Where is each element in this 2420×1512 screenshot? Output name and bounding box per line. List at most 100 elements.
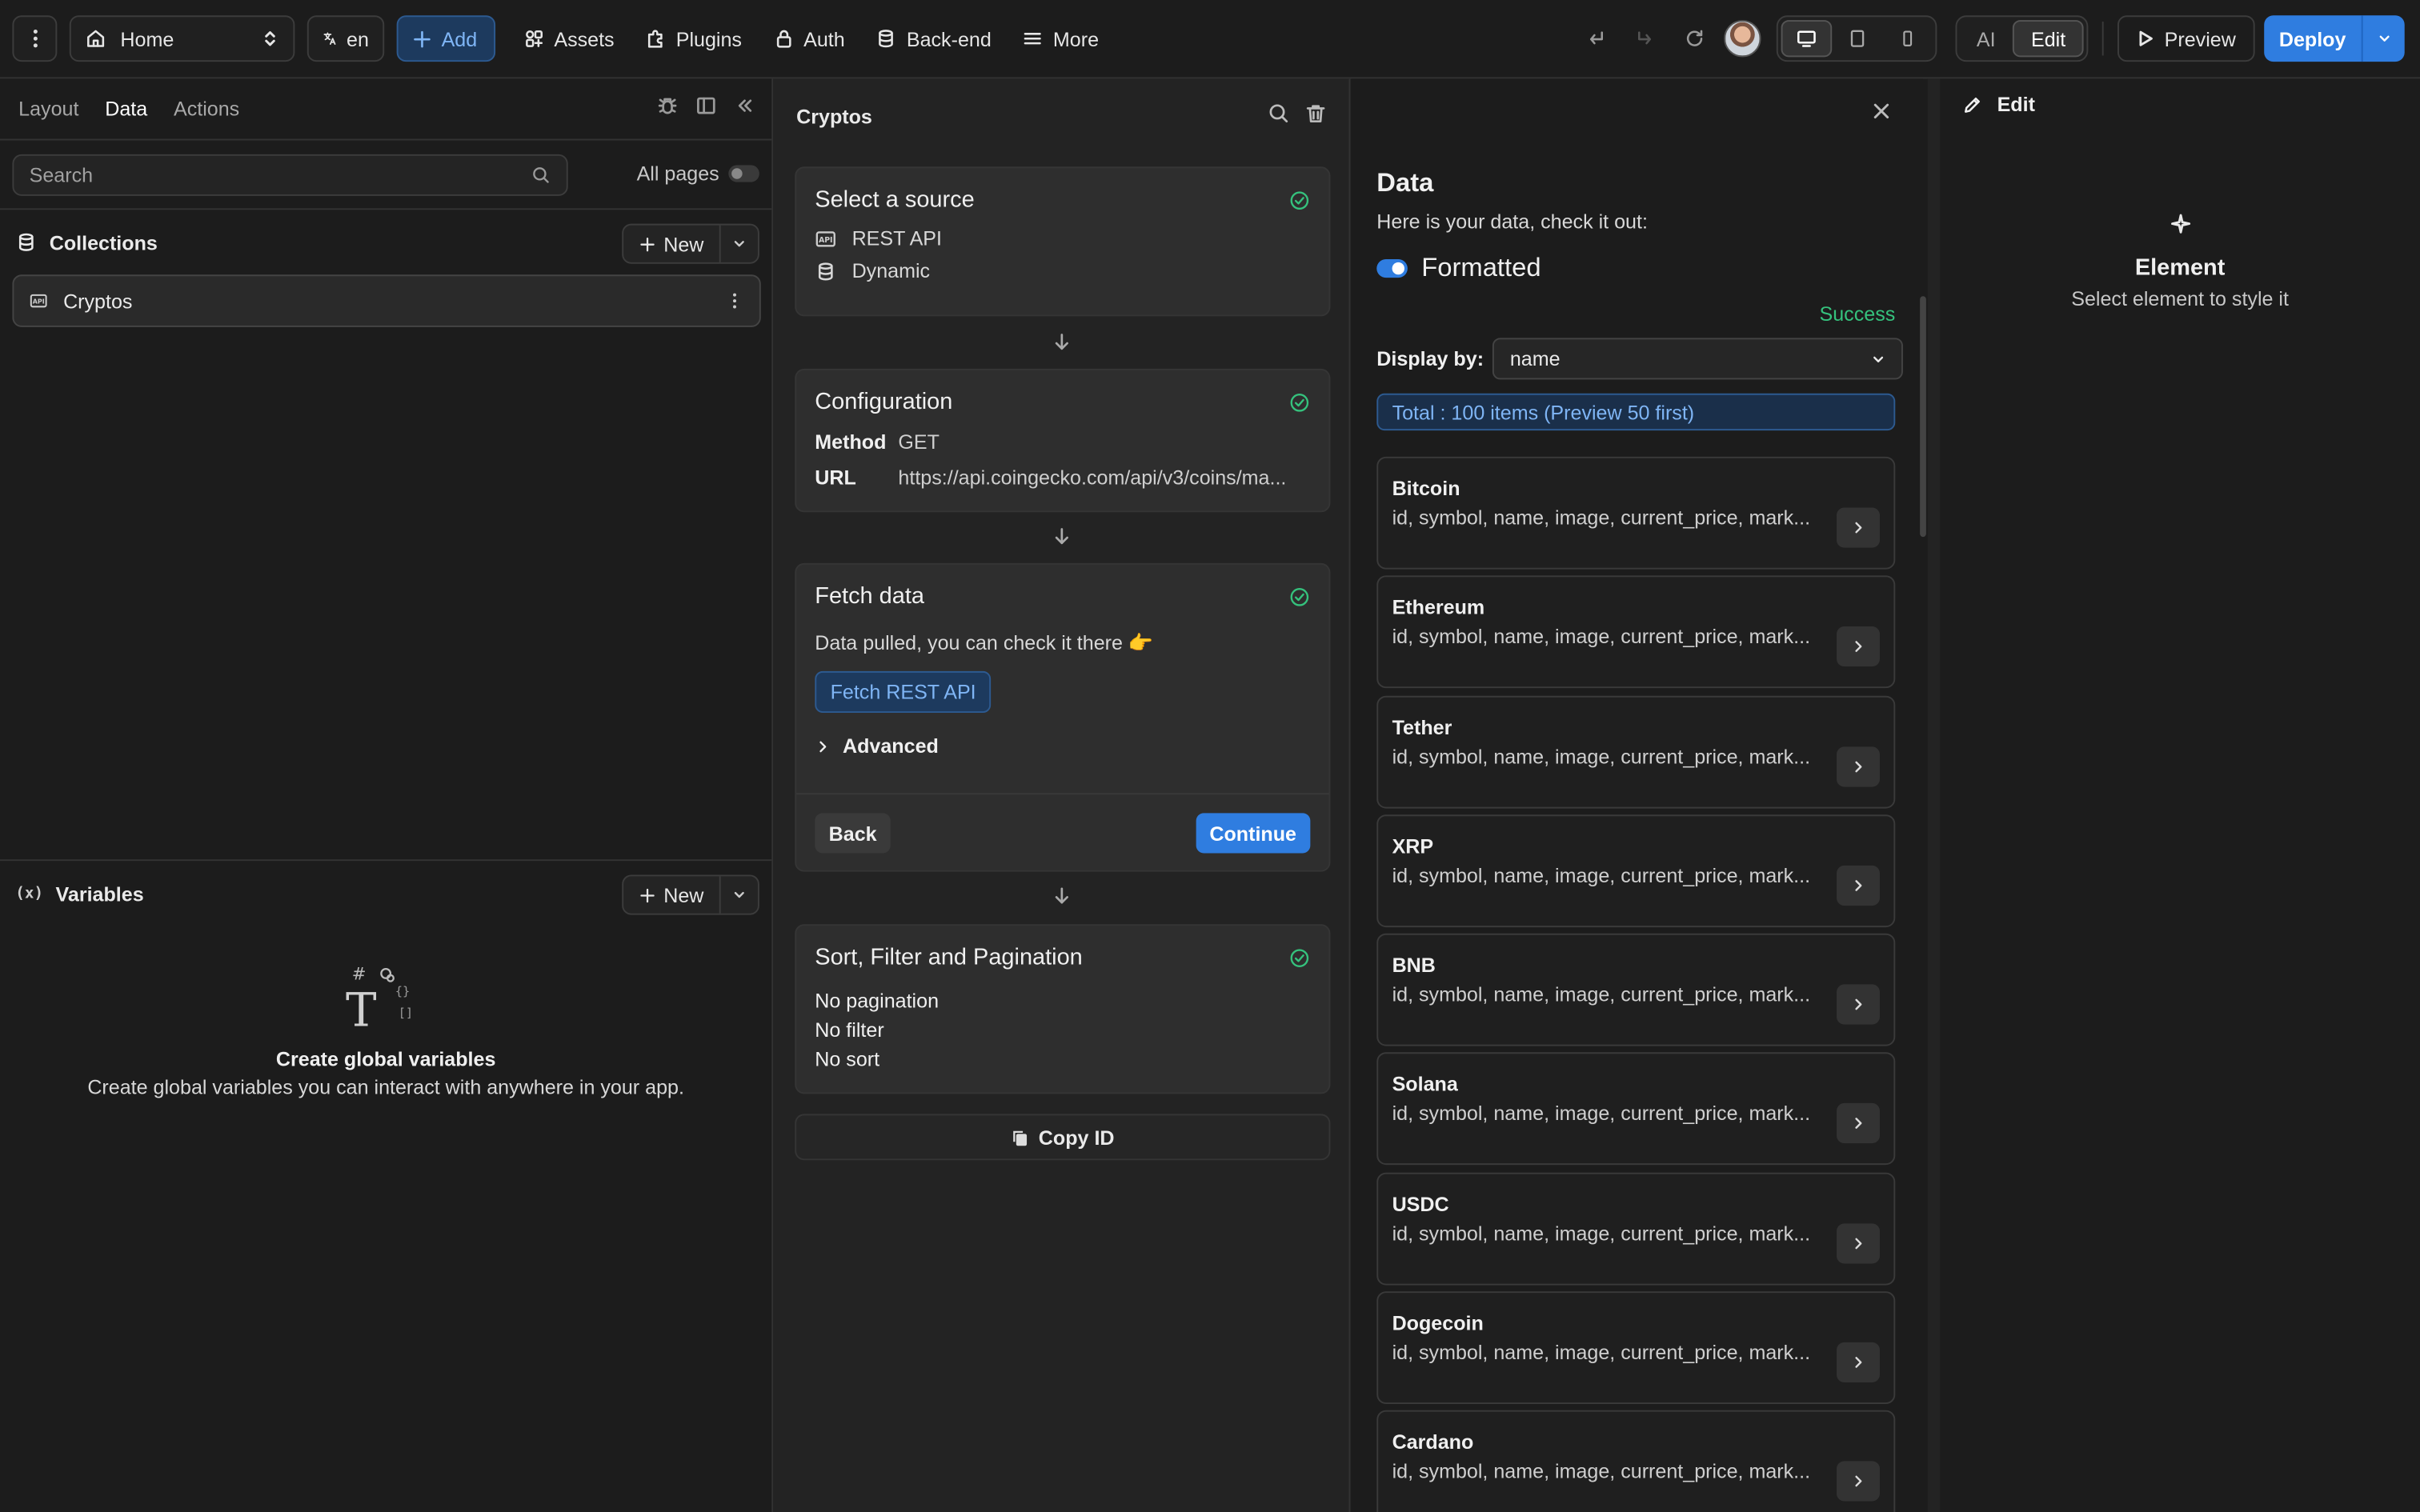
bug-icon[interactable]	[656, 94, 679, 118]
display-by-select[interactable]: name	[1492, 338, 1904, 380]
url-row: URL https://api.coingecko.com/api/v3/coi…	[815, 466, 1310, 489]
deploy-button[interactable]: Deploy	[2263, 15, 2405, 62]
language-button[interactable]: en	[307, 15, 385, 62]
chevron-right-icon	[1855, 641, 1862, 653]
edit-header: Edit	[1961, 93, 2035, 116]
formatted-switch[interactable]	[1376, 258, 1408, 278]
nav-backend[interactable]: Back-end	[862, 17, 1005, 60]
open-item-button[interactable]	[1836, 1462, 1880, 1502]
add-button[interactable]: Add	[396, 15, 496, 62]
refresh-button[interactable]	[1674, 17, 1714, 60]
continue-button[interactable]: Continue	[1196, 813, 1311, 854]
data-panel-scrollbar[interactable]	[1920, 296, 1926, 538]
list-item[interactable]: Dogecoin id, symbol, name, image, curren…	[1376, 1291, 1896, 1405]
tab-data[interactable]: Data	[105, 97, 147, 120]
nav-plugins[interactable]: Plugins	[631, 17, 756, 60]
page-select[interactable]: Home	[69, 15, 295, 62]
new-variable-label[interactable]: New	[623, 876, 721, 914]
method-row: Method GET	[815, 430, 1310, 454]
new-collection-label[interactable]: New	[623, 225, 721, 262]
variables-empty-state: # T {} [] Create global variables Create…	[0, 958, 771, 1098]
main-menu-button[interactable]	[12, 15, 58, 62]
all-pages-toggle[interactable]: All pages	[637, 162, 759, 185]
search-box[interactable]	[12, 154, 568, 196]
new-variable-text: New	[663, 883, 704, 907]
up-down-chevron-icon	[265, 31, 275, 46]
new-collection-dropdown[interactable]	[721, 226, 758, 262]
deploy-dropdown[interactable]	[2361, 15, 2405, 62]
formatted-toggle[interactable]: Formatted	[1376, 253, 1541, 284]
nav-plugins-label: Plugins	[675, 26, 742, 50]
redo-button[interactable]	[1625, 17, 1665, 60]
item-fields: id, symbol, name, image, current_price, …	[1392, 506, 1811, 530]
database-icon	[879, 30, 894, 48]
pencil-icon	[1965, 96, 1980, 112]
variable-icon: (x)	[15, 885, 44, 902]
search-icon	[533, 167, 549, 183]
tab-layout[interactable]: Layout	[18, 97, 78, 120]
all-pages-switch[interactable]	[728, 165, 759, 182]
chevron-right-icon	[1855, 879, 1862, 891]
undo-button[interactable]	[1575, 17, 1615, 60]
search-icon[interactable]	[1267, 102, 1290, 125]
source-card[interactable]: Select a source API REST API Dynamic	[795, 166, 1331, 317]
list-item[interactable]: XRP id, symbol, name, image, current_pri…	[1376, 814, 1896, 927]
new-collection-button[interactable]: New	[622, 223, 759, 264]
open-item-button[interactable]	[1836, 626, 1880, 667]
back-button[interactable]: Back	[815, 813, 891, 854]
open-item-button[interactable]	[1836, 865, 1880, 906]
variables-illustration-icon: # T {} []	[346, 965, 413, 1033]
open-item-button[interactable]	[1836, 1342, 1880, 1383]
chevron-right-icon	[1855, 522, 1862, 534]
panel-layout-icon[interactable]	[695, 94, 718, 118]
item-name: Cardano	[1392, 1430, 1474, 1454]
deploy-label[interactable]: Deploy	[2264, 15, 2362, 62]
nav-more[interactable]: More	[1008, 17, 1112, 60]
new-variable-button[interactable]: New	[622, 874, 759, 915]
open-item-button[interactable]	[1836, 1222, 1880, 1264]
mode-edit-button[interactable]: Edit	[2012, 20, 2085, 58]
trash-icon[interactable]	[1304, 102, 1328, 125]
avatar[interactable]	[1723, 20, 1761, 58]
tablet-view-button[interactable]	[1832, 20, 1883, 57]
fetch-rest-api-button[interactable]: Fetch REST API	[815, 670, 992, 713]
tab-actions[interactable]: Actions	[174, 97, 239, 120]
close-icon[interactable]	[1870, 100, 1892, 122]
search-input[interactable]	[29, 163, 493, 187]
desktop-view-button[interactable]	[1780, 20, 1832, 58]
undo-icon	[1589, 31, 1603, 45]
preview-button[interactable]: Preview	[2118, 15, 2254, 62]
item-name: USDC	[1392, 1192, 1449, 1216]
open-item-button[interactable]	[1836, 1103, 1880, 1145]
collection-item-cryptos[interactable]: API Cryptos	[12, 274, 761, 327]
list-item[interactable]: BNB id, symbol, name, image, current_pri…	[1376, 934, 1896, 1046]
sort-filter-pagination-card[interactable]: Sort, Filter and Pagination No paginatio…	[795, 924, 1331, 1094]
advanced-toggle[interactable]: Advanced	[815, 734, 1310, 758]
api-icon: API	[30, 294, 47, 308]
list-item[interactable]: Solana id, symbol, name, image, current_…	[1376, 1053, 1896, 1166]
nav-auth[interactable]: Auth	[759, 17, 859, 60]
more-vertical-icon[interactable]	[725, 290, 743, 312]
list-item[interactable]: Ethereum id, symbol, name, image, curren…	[1376, 575, 1896, 689]
list-item[interactable]: Tether id, symbol, name, image, current_…	[1376, 695, 1896, 808]
open-item-button[interactable]	[1836, 746, 1880, 786]
search-row: All pages	[12, 154, 759, 196]
data-subtitle: Here is your data, check it out:	[1376, 210, 1648, 234]
list-item[interactable]: USDC id, symbol, name, image, current_pr…	[1376, 1172, 1896, 1286]
list-item[interactable]: Cardano id, symbol, name, image, current…	[1376, 1410, 1896, 1512]
variables-title-label: Variables	[55, 882, 144, 906]
collapse-panel-icon[interactable]	[733, 94, 756, 118]
new-variable-dropdown[interactable]	[721, 876, 758, 913]
configuration-card[interactable]: Configuration Method GET URL https://api…	[795, 368, 1331, 513]
open-item-button[interactable]	[1836, 507, 1880, 548]
svg-text:{}: {}	[395, 984, 411, 998]
device-switcher	[1776, 15, 1937, 62]
mobile-view-button[interactable]	[1882, 20, 1932, 57]
open-item-button[interactable]	[1836, 984, 1880, 1025]
variables-header: (x) Variables New	[0, 859, 772, 926]
fetch-card-footer: Back Continue	[796, 793, 1329, 870]
list-item[interactable]: Bitcoin id, symbol, name, image, current…	[1376, 456, 1896, 570]
copy-id-button[interactable]: Copy ID	[795, 1114, 1331, 1161]
mode-ai-button[interactable]: AI	[1960, 20, 2013, 57]
nav-assets[interactable]: Assets	[509, 17, 628, 60]
